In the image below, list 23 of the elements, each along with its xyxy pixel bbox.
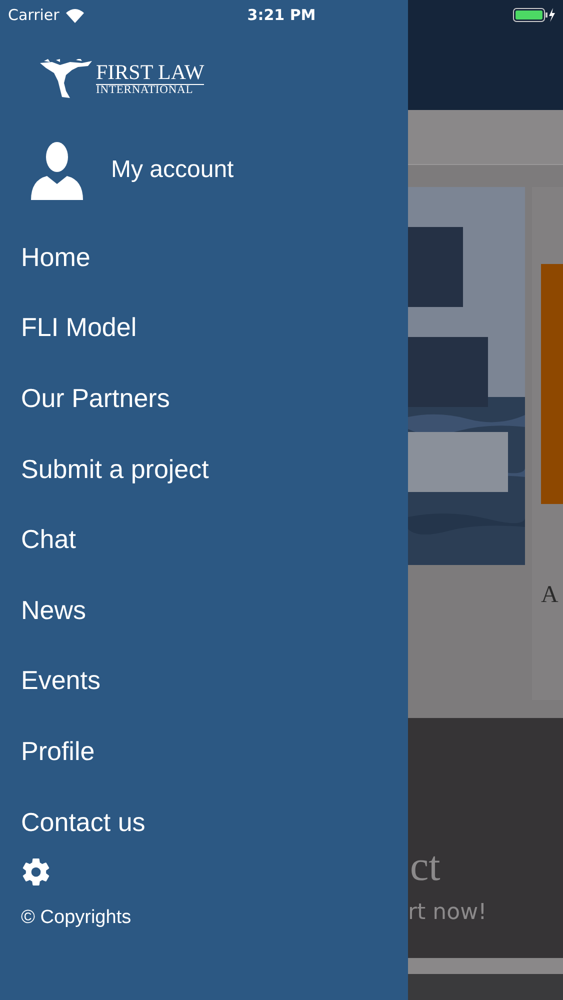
menu-item[interactable]: Submit a project [21, 434, 408, 504]
account-link[interactable]: My account [111, 156, 234, 184]
menu-item[interactable]: FLI Model [21, 292, 408, 364]
user-avatar-icon [29, 140, 85, 200]
wifi-icon [65, 8, 86, 22]
menu-item[interactable]: Profile [21, 716, 408, 787]
clock-time: 3:21 PM [247, 6, 316, 24]
copyright-text: © Copyrights [21, 907, 132, 930]
menu-item[interactable]: Contact us [21, 786, 408, 858]
menu-item[interactable]: Chat [21, 504, 408, 575]
carrier-label: Carrier [8, 6, 60, 24]
logo-text: FIRST LAW [96, 62, 204, 85]
logo-tree-icon [38, 59, 94, 99]
banner-title: ct [410, 846, 442, 888]
banner-subtitle: rt now! [408, 900, 488, 925]
battery-icon [513, 7, 556, 23]
settings-icon[interactable] [21, 857, 51, 888]
card-title: A [541, 582, 560, 609]
menu-item[interactable]: Events [21, 646, 408, 716]
menu-item[interactable]: Our Partners [21, 363, 408, 434]
menu-item[interactable]: Home [21, 222, 408, 293]
menu-item[interactable]: News [21, 574, 408, 646]
logo-subtitle: INTERNATIONAL [96, 84, 194, 96]
